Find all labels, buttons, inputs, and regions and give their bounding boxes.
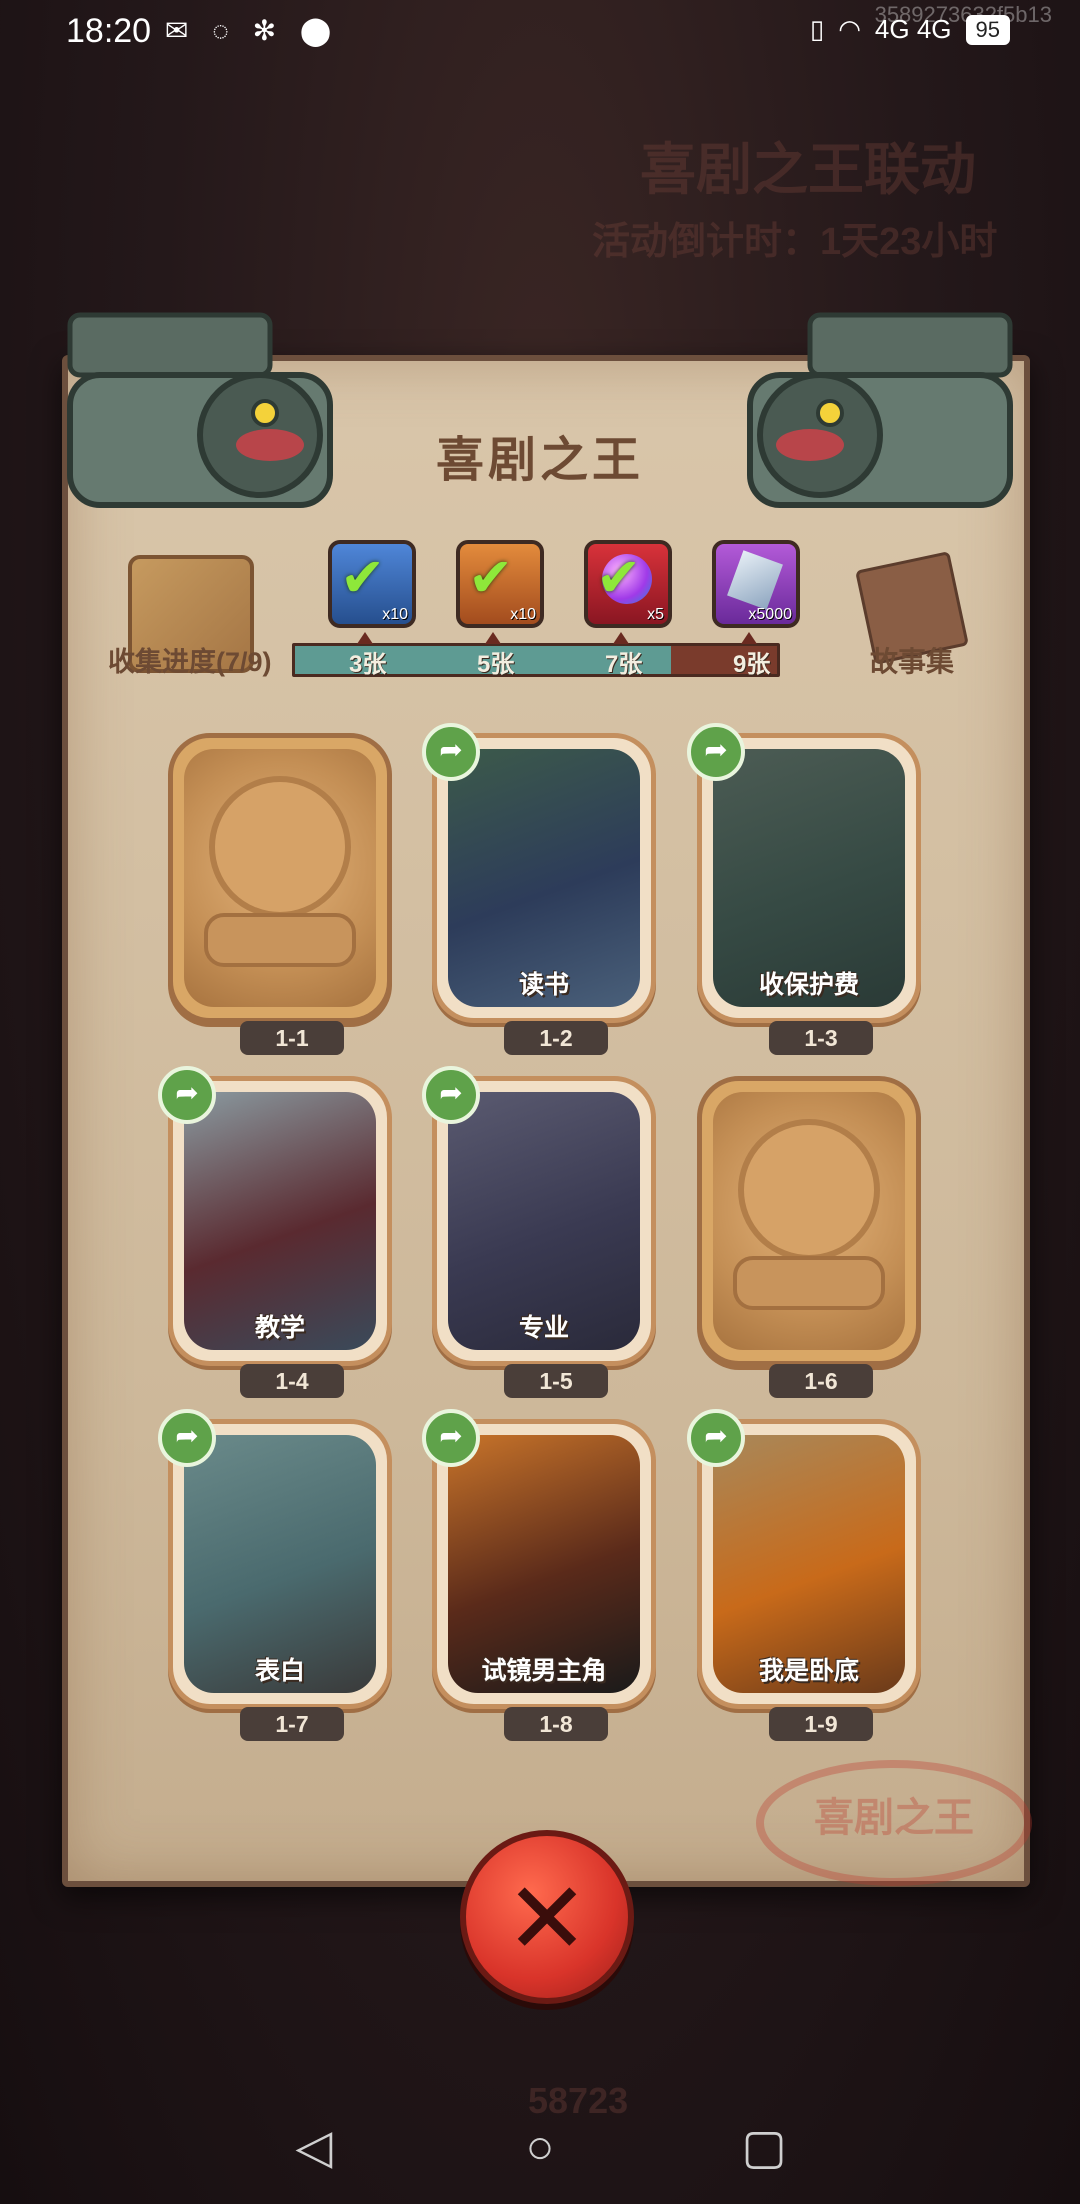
card-id-label: 1-7 <box>240 1707 344 1741</box>
story-card[interactable]: 教学 ➦ 1-4 <box>158 1066 392 1398</box>
story-card[interactable]: 收保护费 ➦ 1-3 <box>687 723 921 1055</box>
story-card[interactable]: 专业 ➦ 1-5 <box>422 1066 656 1398</box>
device-id: 3589273632f5b13 <box>874 2 1052 27</box>
card-id-label: 1-3 <box>769 1021 873 1055</box>
recents-icon[interactable]: ▢ <box>734 2118 794 2178</box>
story-card[interactable]: 1-6 <box>697 1076 921 1398</box>
card-title: 专业 <box>518 1314 569 1342</box>
video-camera-icon <box>747 312 1013 508</box>
share-icon[interactable]: ➦ <box>422 1409 480 1467</box>
reward-count: x10 <box>382 606 408 623</box>
card-title: 试镜男主角 <box>481 1657 607 1685</box>
locked-face-icon <box>209 776 351 919</box>
vibrate-icon: ▯ <box>809 14 825 44</box>
story-card[interactable]: 1-1 <box>168 733 392 1055</box>
story-card[interactable]: 我是卧底 ➦ 1-9 <box>687 1409 921 1741</box>
card-title: 我是卧底 <box>758 1657 859 1685</box>
share-icon[interactable]: ➦ <box>422 723 480 781</box>
card-id-label: 1-2 <box>504 1021 608 1055</box>
locked-card-art <box>184 749 376 1007</box>
story-collection-label: 故事集 <box>870 646 955 677</box>
reward-count: x5 <box>647 606 664 623</box>
card-id-label: 1-8 <box>504 1707 608 1741</box>
notification-icons: ✉ ◌ ✻ ⬤ <box>165 15 340 46</box>
clock: 18:20 <box>66 12 152 50</box>
panel-title: 喜剧之王 <box>435 434 644 487</box>
tick-marker <box>741 632 757 644</box>
back-icon[interactable]: ◁ <box>284 2118 344 2178</box>
reward-crystal[interactable]: x5000 <box>712 540 800 628</box>
card-id-label: 1-4 <box>240 1364 344 1398</box>
card-title: 教学 <box>254 1314 305 1342</box>
home-icon[interactable]: ○ <box>510 2118 570 2178</box>
card-id-label: 1-5 <box>504 1364 608 1398</box>
locked-banner <box>204 913 356 967</box>
share-icon[interactable]: ➦ <box>687 723 745 781</box>
story-card[interactable]: 试镜男主角 ➦ 1-8 <box>422 1409 656 1741</box>
card-title: 读书 <box>518 971 569 999</box>
card-title: 表白 <box>254 1657 305 1685</box>
story-card[interactable]: 读书 ➦ 1-2 <box>422 723 656 1055</box>
event-title: 喜剧之王联动 <box>640 138 976 201</box>
share-icon[interactable]: ➦ <box>687 1409 745 1467</box>
locked-banner <box>733 1256 885 1310</box>
locked-face-icon <box>738 1119 880 1262</box>
crystal-icon <box>727 550 783 610</box>
video-camera-icon <box>67 312 333 508</box>
tick-label: 7张 <box>605 651 643 678</box>
reward-count: x5000 <box>748 606 792 623</box>
close-icon: ✕ <box>505 1863 589 1975</box>
event-countdown: 活动倒计时：1天23小时 <box>592 221 998 263</box>
card-title: 收保护费 <box>758 971 859 999</box>
card-id-label: 1-1 <box>240 1021 344 1055</box>
share-icon[interactable]: ➦ <box>158 1066 216 1124</box>
story-card[interactable]: 表白 ➦ 1-7 <box>158 1409 392 1741</box>
reward-chest-2[interactable]: ✔ x10 <box>456 540 544 628</box>
status-bar: 18:20 ✉ ◌ ✻ ⬤ ▯ ◠ 4G 4G 95 3589273632f5b… <box>0 0 1080 60</box>
collection-progress-bar: 3张 5张 7张 9张 <box>292 632 780 678</box>
check-icon: ✔ <box>468 548 514 608</box>
tick-label: 3张 <box>349 651 387 678</box>
tick-label: 9张 <box>733 651 771 678</box>
check-icon: ✔ <box>340 548 386 608</box>
tick-marker <box>485 632 501 644</box>
check-icon: ✔ <box>596 548 642 608</box>
seal-stamp: 喜剧之王 <box>756 1760 1032 1886</box>
tick-marker <box>357 632 373 644</box>
share-icon[interactable]: ➦ <box>158 1409 216 1467</box>
navigation-bar: ◁ ○ ▢ <box>0 2094 1080 2204</box>
tick-marker <box>613 632 629 644</box>
share-icon[interactable]: ➦ <box>422 1066 480 1124</box>
collection-progress-label: 收集进度(7/9) <box>108 647 272 677</box>
reward-gem[interactable]: ✔ x5 <box>584 540 672 628</box>
reward-count: x10 <box>510 606 536 623</box>
wifi-icon: ◠ <box>838 14 861 44</box>
close-button[interactable]: ✕ <box>460 1830 634 2004</box>
tick-label: 5张 <box>477 651 515 678</box>
reward-chest-1[interactable]: ✔ x10 <box>328 540 416 628</box>
card-id-label: 1-9 <box>769 1707 873 1741</box>
locked-card-art <box>713 1092 905 1350</box>
card-id-label: 1-6 <box>769 1364 873 1398</box>
